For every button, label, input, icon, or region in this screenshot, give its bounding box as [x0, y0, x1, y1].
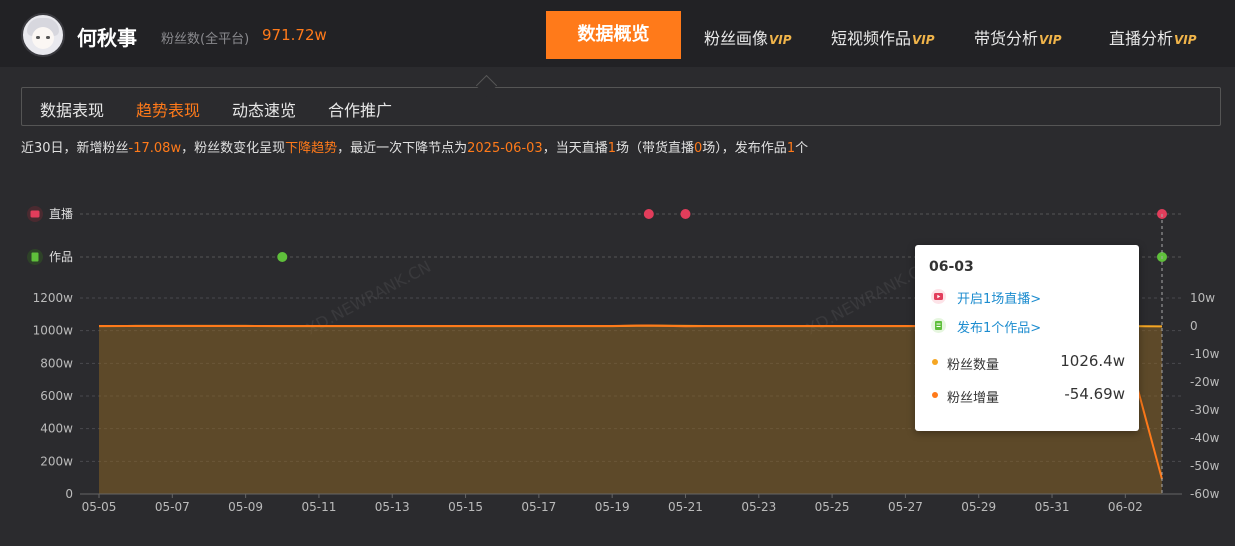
y-left-tick-label: 0: [65, 487, 73, 501]
works-marker: [277, 252, 288, 262]
nav-live-analysis[interactable]: 直播分析VIP: [1109, 25, 1197, 49]
nav-short-video[interactable]: 短视频作品VIP: [831, 25, 935, 49]
x-tick-label: 05-11: [301, 500, 336, 514]
tooltip-live-link[interactable]: 开启1场直播>: [957, 288, 1041, 307]
nav-sales-analysis[interactable]: 带货分析VIP: [974, 25, 1062, 49]
legend-dot-fans: [932, 359, 938, 365]
x-tick-label: 05-31: [1035, 500, 1070, 514]
y-left-tick-label: 800w: [40, 356, 73, 370]
tab-data-performance[interactable]: 数据表现: [40, 97, 104, 121]
y-right-tick-label: 0: [1190, 319, 1198, 333]
works-icon: [931, 318, 946, 333]
tab-cooperation[interactable]: 合作推广: [328, 97, 392, 121]
y-left-tick-label: 200w: [40, 454, 73, 468]
chart-tooltip: 06-03 开启1场直播> 发布1个作品> 粉丝数量 1026.4w 粉丝增量 …: [915, 245, 1139, 431]
tooltip-increment-label: 粉丝增量: [947, 391, 1000, 406]
sub-tabs: 数据表现 趋势表现 动态速览 合作推广: [21, 87, 1221, 126]
live-icon: [931, 289, 946, 304]
tooltip-works-link[interactable]: 发布1个作品>: [957, 317, 1041, 336]
live-marker: [680, 209, 691, 219]
vip-badge: VIP: [1174, 33, 1197, 47]
x-tick-label: 05-19: [595, 500, 630, 514]
live-row-label: 直播: [49, 207, 73, 221]
x-tick-label: 05-07: [155, 500, 190, 514]
y-left-tick-label: 400w: [40, 422, 73, 436]
top-bar: 何秋事 粉丝数(全平台) 971.72w 数据概览 粉丝画像VIP 短视频作品V…: [0, 0, 1235, 67]
avatar[interactable]: [21, 13, 65, 57]
nav-data-overview[interactable]: 数据概览: [546, 11, 681, 59]
legend-dot-increment: [932, 392, 938, 398]
y-right-tick-label: -50w: [1190, 459, 1220, 473]
nav-fans-profile[interactable]: 粉丝画像VIP: [704, 25, 792, 49]
x-tick-label: 05-05: [82, 500, 117, 514]
x-tick-label: 05-25: [815, 500, 850, 514]
y-left-tick-label: 600w: [40, 389, 73, 403]
y-right-tick-label: -60w: [1190, 487, 1220, 501]
tooltip-date: 06-03: [929, 259, 974, 275]
y-right-tick-label: 10w: [1190, 291, 1215, 305]
x-tick-label: 05-27: [888, 500, 923, 514]
works-row-icon-body: [31, 252, 39, 262]
works-row-label: 作品: [49, 250, 73, 264]
live-marker: [643, 209, 654, 219]
account-name: 何秋事: [77, 26, 137, 50]
tooltip-fans-value: 1026.4w: [1060, 352, 1125, 370]
x-tick-label: 06-02: [1108, 500, 1143, 514]
fans-value: 971.72w: [262, 26, 327, 44]
x-tick-label: 05-09: [228, 500, 263, 514]
y-right-tick-label: -30w: [1190, 403, 1220, 417]
x-tick-label: 05-23: [741, 500, 776, 514]
y-left-tick-label: 1200w: [33, 291, 74, 305]
x-tick-label: 05-21: [668, 500, 703, 514]
live-row-icon-body: [30, 210, 40, 218]
tooltip-increment-value: -54.69w: [1064, 385, 1125, 403]
tab-activity-overview[interactable]: 动态速览: [232, 97, 296, 121]
fans-label: 粉丝数(全平台): [161, 32, 250, 47]
y-right-tick-label: -10w: [1190, 347, 1220, 361]
vip-badge: VIP: [769, 33, 792, 47]
y-right-tick-label: -40w: [1190, 431, 1220, 445]
vip-badge: VIP: [1039, 33, 1062, 47]
y-right-tick-label: -20w: [1190, 375, 1220, 389]
x-tick-label: 05-29: [961, 500, 996, 514]
vip-badge: VIP: [912, 33, 935, 47]
x-tick-label: 05-17: [521, 500, 556, 514]
x-tick-label: 05-15: [448, 500, 483, 514]
y-left-tick-label: 1000w: [33, 324, 74, 338]
x-tick-label: 05-13: [375, 500, 410, 514]
tab-trend-performance[interactable]: 趋势表现: [136, 97, 200, 121]
tooltip-fans-label: 粉丝数量: [947, 358, 1000, 373]
